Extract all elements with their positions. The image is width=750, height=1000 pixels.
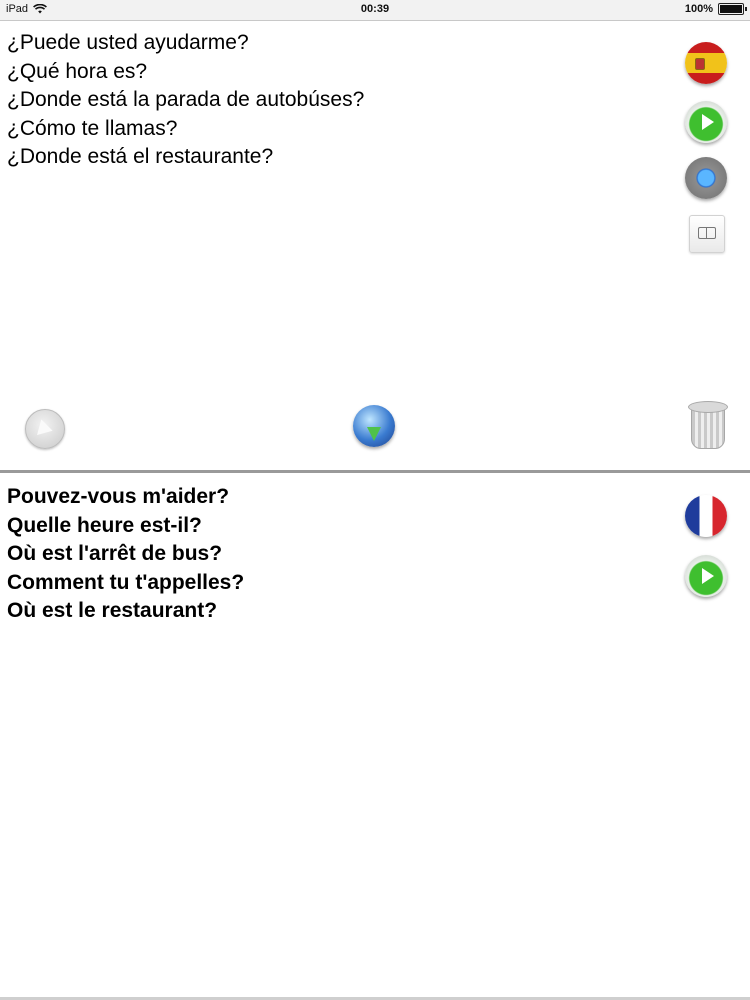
status-time: 00:39	[360, 3, 390, 15]
target-phrase[interactable]: Quelle heure est-il?	[7, 512, 244, 541]
source-phrase[interactable]: ¿Puede usted ayudarme?	[7, 29, 364, 58]
translate-globe-icon[interactable]	[353, 405, 395, 447]
trash-icon[interactable]	[688, 401, 728, 449]
battery-fill	[720, 5, 742, 13]
source-phrase[interactable]: ¿Donde está la parada de autobúses?	[7, 86, 364, 115]
target-phrase[interactable]: Où est le restaurant?	[7, 597, 244, 626]
source-phrase[interactable]: ¿Donde está el restaurante?	[7, 143, 364, 172]
source-phrase[interactable]: ¿Cómo te llamas?	[7, 115, 364, 144]
source-pane: ¿Puede usted ayudarme? ¿Qué hora es? ¿Do…	[0, 21, 750, 471]
record-icon[interactable]	[685, 157, 727, 199]
target-phrase[interactable]: Comment tu t'appelles?	[7, 569, 244, 598]
source-phrase[interactable]: ¿Qué hora es?	[7, 58, 364, 87]
spain-flag-icon[interactable]	[685, 42, 727, 84]
target-phrase-list: Pouvez-vous m'aider? Quelle heure est-il…	[7, 483, 244, 626]
target-phrase[interactable]: Où est l'arrêt de bus?	[7, 540, 244, 569]
target-phrase[interactable]: Pouvez-vous m'aider?	[7, 483, 244, 512]
back-icon[interactable]	[25, 409, 65, 449]
play-icon[interactable]	[685, 555, 727, 597]
status-bar: iPad 00:39 100%	[0, 0, 750, 21]
play-icon[interactable]	[685, 101, 727, 143]
battery-icon	[718, 3, 747, 15]
target-pane: Pouvez-vous m'aider? Quelle heure est-il…	[0, 473, 750, 1000]
battery-percent: 100%	[684, 3, 713, 15]
france-flag-icon[interactable]	[685, 495, 727, 537]
phrasebook-icon[interactable]	[689, 215, 725, 253]
source-phrase-list: ¿Puede usted ayudarme? ¿Qué hora es? ¿Do…	[7, 29, 364, 172]
status-right: 100%	[684, 3, 747, 15]
